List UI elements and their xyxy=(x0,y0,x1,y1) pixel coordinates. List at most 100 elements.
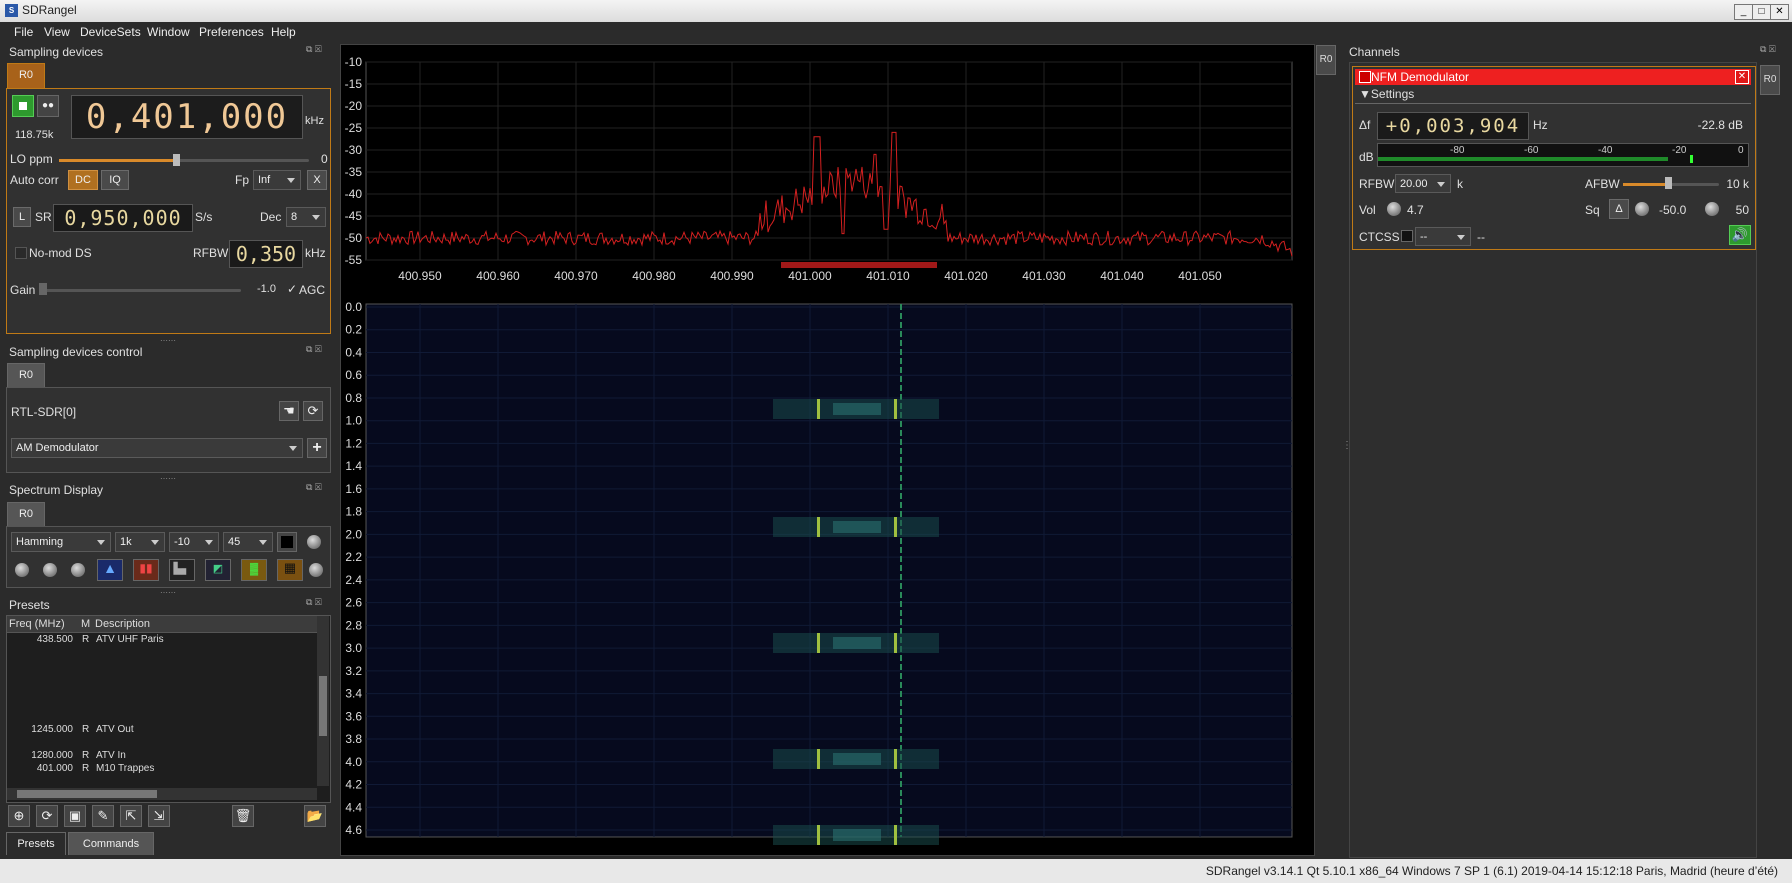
wf-max-hold-icon[interactable]: ▲ xyxy=(97,559,123,581)
col-mode[interactable]: M xyxy=(81,618,90,630)
splitter-handle[interactable]: ⋯⋯ xyxy=(160,588,176,597)
grid-intensity-knob[interactable] xyxy=(309,563,323,577)
col-description[interactable]: Description xyxy=(95,618,150,630)
wf-waterfall-icon[interactable]: ▓ xyxy=(241,559,267,581)
spectrum-y-tick: -45 xyxy=(345,209,363,223)
dock-float-close-icons[interactable]: ⧉ ☒ xyxy=(306,597,322,608)
record-icon[interactable]: ●● xyxy=(37,95,59,117)
maximize-button[interactable]: □ xyxy=(1752,4,1771,20)
settings-toggle[interactable]: ▼Settings xyxy=(1359,87,1414,101)
center-frequency-dial[interactable]: 0,401,000 xyxy=(71,95,303,139)
nfm-enable-checkbox[interactable] xyxy=(1359,71,1371,83)
close-window-button[interactable]: ✕ xyxy=(1770,4,1789,20)
presets-vscrollbar[interactable] xyxy=(317,616,329,786)
menu-file[interactable]: File xyxy=(14,25,33,39)
waterfall-y-tick: 0.4 xyxy=(345,345,362,359)
presets-vscroll-thumb[interactable] xyxy=(319,676,327,736)
splitter-handle[interactable]: ⋯⋯ xyxy=(160,474,176,483)
gain-slider-handle[interactable] xyxy=(39,283,47,295)
preset-row[interactable]: 401.000 R M10 Trappes xyxy=(7,763,317,776)
gain-slider[interactable] xyxy=(41,289,241,292)
color-picker-button[interactable] xyxy=(277,532,297,552)
tab-r0-spectrum[interactable]: R0 xyxy=(7,502,45,527)
save-preset-icon[interactable]: ▣ xyxy=(64,805,86,827)
fft-window-select[interactable]: Hamming xyxy=(11,532,111,552)
tab-commands[interactable]: Commands xyxy=(68,832,154,855)
spectrum-waterfall-area[interactable]: -10 -15 -20 -25 -30 -35 -40 -45 -50 -55 400.950 400… xyxy=(340,44,1315,856)
decimation-select[interactable]: 8 xyxy=(286,207,326,227)
sample-rate-dial[interactable]: 0,950,000 xyxy=(53,204,193,232)
minimize-button[interactable]: _ xyxy=(1734,4,1753,20)
menu-devicesets[interactable]: DeviceSets xyxy=(80,25,141,39)
waterfall-burst-line xyxy=(817,517,820,537)
menu-window[interactable]: Window xyxy=(147,25,190,39)
waterfall-y-tick: 0.6 xyxy=(345,368,362,382)
delete-preset-icon[interactable]: 🗑 xyxy=(232,805,254,827)
ref-level-select[interactable]: -10 xyxy=(169,532,219,552)
channel-select[interactable]: AM Demodulator xyxy=(11,438,303,458)
device-reload-icon[interactable]: ⟳ xyxy=(303,401,323,421)
tab-r0-control[interactable]: R0 xyxy=(7,363,45,388)
menu-view[interactable]: View xyxy=(44,25,70,39)
start-stop-button[interactable] xyxy=(12,95,34,117)
l-button[interactable]: L xyxy=(13,207,31,227)
wf-histogram-icon[interactable]: ▙▖ xyxy=(169,559,195,581)
col-freq[interactable]: Freq (MHz) xyxy=(9,618,65,630)
waterfall-knob-2[interactable] xyxy=(43,563,57,577)
dock-float-close-icons[interactable]: ⧉ ☒ xyxy=(1760,44,1776,55)
device-select-hand-icon[interactable]: ☚ xyxy=(279,401,299,421)
spectrum-plot[interactable]: -10 -15 -20 -25 -30 -35 -40 -45 -50 -55 400.950 400… xyxy=(341,45,1314,855)
load-preset-folder-icon[interactable]: 📂 xyxy=(304,805,326,827)
dock-float-close-icons[interactable]: ⧉ ☒ xyxy=(306,44,322,55)
waterfall-knob-3[interactable] xyxy=(71,563,85,577)
nfm-title-bar[interactable]: NFM Demodulator ✕ xyxy=(1355,69,1751,85)
fp-select[interactable]: Inf xyxy=(253,170,301,190)
import-preset-icon[interactable]: ⇲ xyxy=(148,805,170,827)
waterfall-knob-1[interactable] xyxy=(15,563,29,577)
afbw-slider-handle[interactable] xyxy=(1665,177,1672,189)
lo-ppm-slider-handle[interactable] xyxy=(173,154,180,166)
delta-f-dial[interactable]: +0,003,904 xyxy=(1377,112,1529,140)
volume-knob[interactable] xyxy=(1387,202,1401,216)
squelch-knob[interactable] xyxy=(1635,202,1649,216)
tab-presets[interactable]: Presets xyxy=(6,832,66,855)
preset-row[interactable]: 1245.000 R ATV Out xyxy=(7,724,317,737)
side-tab-r0-left[interactable]: R0 xyxy=(1316,45,1336,75)
presets-hscrollbar[interactable] xyxy=(7,788,317,800)
iq-correction-toggle[interactable]: IQ xyxy=(101,170,129,190)
decay-knob[interactable] xyxy=(307,535,321,549)
transverter-button[interactable]: X xyxy=(307,170,327,190)
dock-float-close-icons[interactable]: ⧉ ☒ xyxy=(306,344,322,355)
range-select[interactable]: 45 xyxy=(223,532,273,552)
rfbw-dial[interactable]: 0,350 xyxy=(229,240,303,268)
new-preset-icon[interactable]: ⊕ xyxy=(8,805,30,827)
menu-preferences[interactable]: Preferences xyxy=(199,25,264,39)
squelch-gate-knob[interactable] xyxy=(1705,202,1719,216)
preset-row[interactable]: 1280.000 R ATV In xyxy=(7,750,317,763)
update-preset-icon[interactable]: ⟳ xyxy=(36,805,58,827)
nfm-close-icon[interactable]: ✕ xyxy=(1735,70,1749,84)
dock-float-close-icons[interactable]: ⧉ ☒ xyxy=(306,482,322,493)
wf-invert-icon[interactable]: ◩ xyxy=(205,559,231,581)
fft-size-select[interactable]: 1k xyxy=(115,532,165,552)
squelch-delta-toggle[interactable]: Δ xyxy=(1609,199,1629,219)
audio-mute-speaker-icon[interactable]: 🔊 xyxy=(1729,225,1751,245)
presets-list[interactable]: Freq (MHz) M Description 438.500 R ATV U… xyxy=(6,615,331,803)
ctcss-select[interactable]: -- xyxy=(1415,227,1471,246)
preset-row[interactable]: 438.500 R ATV UHF Paris xyxy=(7,634,317,647)
grid-toggle-icon[interactable]: ▦ xyxy=(277,559,303,581)
tab-r0-sampling[interactable]: R0 xyxy=(7,63,45,88)
export-preset-icon[interactable]: ⇱ xyxy=(120,805,142,827)
splitter-handle[interactable]: ⋯⋯ xyxy=(160,336,176,345)
edit-preset-icon[interactable]: ✎ xyxy=(92,805,114,827)
dc-correction-toggle[interactable]: DC xyxy=(68,170,98,190)
menu-help[interactable]: Help xyxy=(271,25,296,39)
add-channel-button[interactable]: + xyxy=(307,438,327,458)
side-tab-r0-right[interactable]: R0 xyxy=(1760,65,1780,95)
wf-current-icon[interactable]: ▮▮ xyxy=(133,559,159,581)
ctcss-checkbox[interactable] xyxy=(1401,230,1413,242)
nomod-checkbox[interactable] xyxy=(15,247,27,259)
rfbw-select[interactable]: 20.00 xyxy=(1395,174,1451,193)
presets-hscroll-thumb[interactable] xyxy=(17,790,157,798)
agc-check-icon[interactable]: ✓ xyxy=(287,282,297,296)
